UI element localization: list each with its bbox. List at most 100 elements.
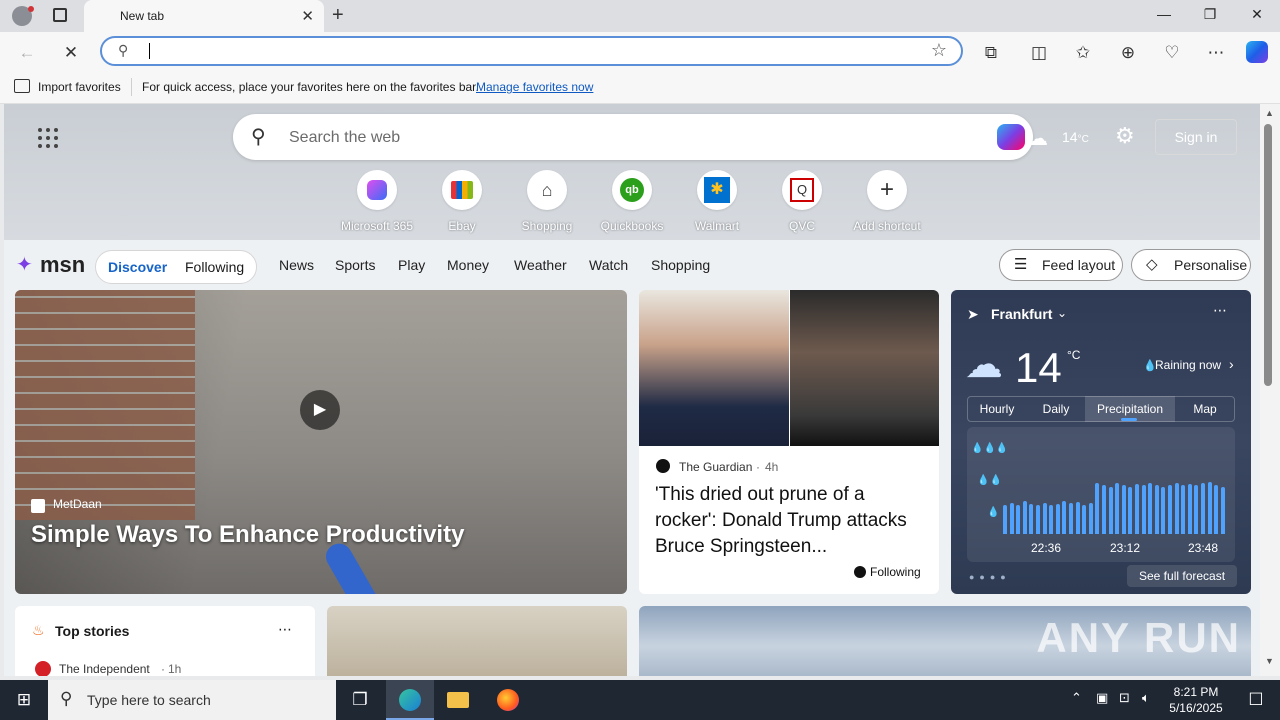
search-icon: ⚲: [251, 126, 266, 148]
precipitation-bar: [1016, 505, 1021, 534]
weather-temp: 14: [1015, 344, 1062, 391]
collections-icon[interactable]: ⊕: [1117, 42, 1139, 64]
tab-new-tab[interactable]: New tab ✕: [84, 0, 324, 32]
taskbar-search-placeholder: Type here to search: [87, 692, 211, 708]
web-search-box[interactable]: ⚲ Search the web: [233, 114, 1033, 160]
precipitation-bar: [1135, 484, 1139, 534]
tab-actions-icon[interactable]: [53, 8, 67, 22]
windows-start-icon[interactable]: ⊞: [0, 680, 48, 720]
news-card-guardian[interactable]: The Guardian · 4h 'This dried out prune …: [639, 290, 939, 594]
vertical-scrollbar[interactable]: ▲ ▼: [1260, 104, 1280, 676]
favorite-star-icon[interactable]: ☆: [931, 40, 947, 61]
nav-money[interactable]: Money: [447, 257, 489, 273]
import-favorites-icon[interactable]: [14, 79, 30, 93]
taskbar-search-box[interactable]: ⚲ Type here to search: [48, 680, 336, 720]
shortcut-microsoft-365[interactable]: Microsoft 365: [336, 170, 418, 233]
precipitation-bar: [1220, 487, 1225, 534]
nav-weather[interactable]: Weather: [514, 257, 567, 273]
weather-city[interactable]: Frankfurt: [991, 306, 1052, 322]
nav-watch[interactable]: Watch: [589, 257, 628, 273]
back-icon[interactable]: ←: [16, 42, 38, 64]
copilot-icon[interactable]: [1246, 41, 1268, 63]
weather-condition[interactable]: Raining now: [1155, 358, 1221, 372]
volume-icon[interactable]: 🔈︎: [1142, 690, 1150, 706]
story2-headline[interactable]: 'This dried out prune of a rocker': Dona…: [655, 482, 927, 560]
sign-in-button[interactable]: Sign in: [1155, 119, 1237, 155]
chevron-right-icon[interactable]: ›: [1229, 356, 1234, 372]
weather-card[interactable]: ➤ Frankfurt ⌄ ⋯ ☁ 14 °C 💧 Raining now › …: [951, 290, 1251, 594]
favorites-icon[interactable]: ✩: [1072, 42, 1094, 64]
apps-launcher-icon[interactable]: [38, 128, 58, 148]
copilot-search-icon[interactable]: [997, 124, 1025, 150]
tab-title: New tab: [120, 9, 165, 23]
precipitation-bar: [1115, 483, 1120, 534]
nav-play[interactable]: Play: [398, 257, 425, 273]
hero-banner: ⚲ Search the web ☁ 14°C ⚙ Sign in Micros…: [4, 104, 1260, 240]
precipitation-bar: [1148, 483, 1153, 534]
carousel-dots[interactable]: ●●●●: [969, 572, 1011, 582]
manage-favorites-link[interactable]: Manage favorites now: [476, 80, 593, 94]
stop-loading-icon[interactable]: ✕: [60, 42, 82, 64]
sky-image-card[interactable]: ANY RUN: [639, 606, 1251, 676]
scrollbar-thumb[interactable]: [1264, 124, 1272, 386]
add-shortcut-button[interactable]: + Add shortcut: [846, 170, 928, 233]
chevron-down-icon[interactable]: ⌄: [1057, 306, 1067, 320]
main-story-card[interactable]: ▶ MetDaan Simple Ways To Enhance Product…: [15, 290, 627, 594]
main-story-headline[interactable]: Simple Ways To Enhance Productivity: [31, 521, 464, 549]
play-video-icon[interactable]: ▶: [300, 390, 340, 430]
shortcut-shopping[interactable]: ⌂ Shopping: [506, 170, 588, 233]
story2-following[interactable]: Following: [870, 565, 921, 579]
network-icon[interactable]: ⊡: [1119, 690, 1130, 706]
restore-icon[interactable]: ❐: [1198, 6, 1222, 26]
settings-gear-icon[interactable]: ⚙: [1115, 123, 1135, 149]
more-menu-icon[interactable]: ⋯: [1205, 42, 1227, 64]
tab-hourly[interactable]: Hourly: [967, 396, 1027, 422]
split-screen-icon[interactable]: ◫: [1028, 42, 1050, 64]
new-tab-icon[interactable]: +: [332, 4, 344, 27]
taskbar-clock[interactable]: 8:21 PM 5/16/2025: [1164, 684, 1228, 716]
file-explorer-icon[interactable]: [434, 680, 482, 720]
guardian-logo-icon: [656, 459, 670, 473]
address-bar[interactable]: ⚲ ☆: [100, 36, 963, 66]
import-favorites-button[interactable]: Import favorites: [38, 80, 121, 94]
shortcut-quickbooks[interactable]: qb Quickbooks: [591, 170, 673, 233]
precipitation-bar: [1095, 483, 1100, 534]
close-window-icon[interactable]: ✕: [1245, 6, 1269, 26]
feed-layout-button[interactable]: ☰ Feed layout: [999, 249, 1123, 281]
nav-shopping[interactable]: Shopping: [651, 257, 710, 273]
task-view-icon[interactable]: ❐: [336, 680, 384, 720]
more-options-icon[interactable]: ⋯: [278, 621, 292, 638]
extensions-icon[interactable]: ⧉: [980, 42, 1002, 64]
search-placeholder: Search the web: [289, 129, 401, 146]
tab-close-icon[interactable]: ✕: [301, 7, 314, 25]
precipitation-bar: [1029, 504, 1034, 534]
firefox-icon[interactable]: [484, 680, 532, 720]
show-hidden-icons[interactable]: ⌃: [1071, 690, 1082, 706]
precipitation-bar: [1003, 505, 1007, 534]
msn-logo[interactable]: msn: [40, 252, 85, 278]
shortcut-walmart[interactable]: ✱ Walmart: [676, 170, 758, 233]
see-full-forecast-link[interactable]: See full forecast: [1127, 565, 1238, 587]
scroll-down-icon[interactable]: ▼: [1265, 656, 1274, 666]
scroll-up-icon[interactable]: ▲: [1265, 108, 1274, 118]
minimize-icon[interactable]: —: [1152, 6, 1176, 26]
tab-daily[interactable]: Daily: [1027, 396, 1085, 422]
nav-sports[interactable]: Sports: [335, 257, 375, 273]
browser-essentials-icon[interactable]: ♡: [1161, 42, 1183, 64]
notification-center-icon[interactable]: ☐: [1232, 680, 1280, 720]
precipitation-bar: [1214, 485, 1219, 534]
more-options-icon[interactable]: ⋯: [1213, 302, 1227, 319]
device-icon[interactable]: ▣: [1096, 690, 1108, 706]
precipitation-bar: [1108, 487, 1113, 534]
tab-following[interactable]: Following: [185, 259, 244, 275]
weather-cloud-icon: ☁: [1028, 128, 1048, 150]
nav-news[interactable]: News: [279, 257, 314, 273]
shortcut-qvc[interactable]: Q QVC: [761, 170, 843, 233]
following-check-icon: [854, 566, 866, 578]
shortcut-ebay[interactable]: Ebay: [421, 170, 503, 233]
edge-taskbar-icon[interactable]: [386, 680, 434, 720]
tab-map[interactable]: Map: [1175, 396, 1235, 422]
personalise-button[interactable]: ◇ Personalise: [1131, 249, 1251, 281]
story-image-card[interactable]: [327, 606, 627, 676]
tab-discover[interactable]: Discover: [108, 259, 167, 275]
